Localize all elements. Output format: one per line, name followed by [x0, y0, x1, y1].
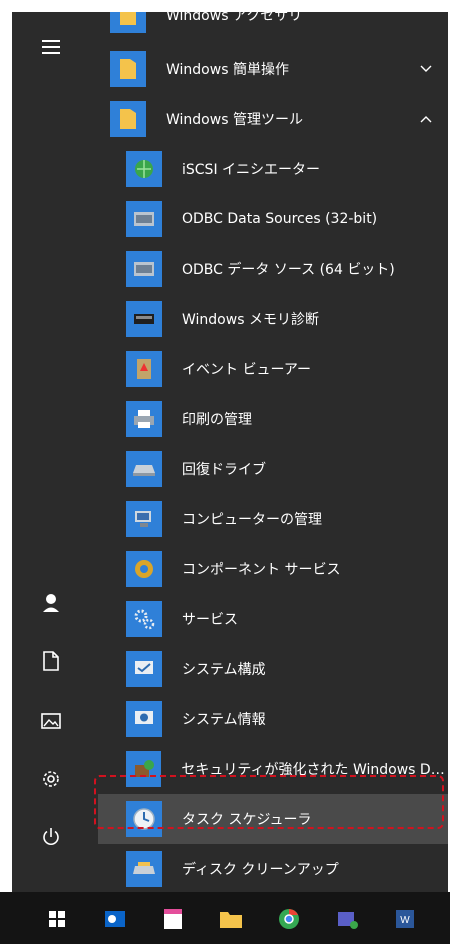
- chrome-icon[interactable]: [272, 902, 306, 936]
- app-label: システム構成: [182, 662, 266, 678]
- app-label: イベント ビューアー: [182, 362, 312, 378]
- folder-icon: [110, 51, 146, 87]
- chevron-up-icon: [416, 109, 436, 129]
- app-item-component-services[interactable]: コンポーネント サービス: [98, 544, 448, 594]
- start-menu-rail: [12, 12, 92, 892]
- memory-chip-icon: [126, 301, 162, 337]
- app-label: ODBC データ ソース (64 ビット): [182, 262, 395, 278]
- app-label: 回復ドライブ: [182, 462, 266, 478]
- app-item-iscsi-initiator[interactable]: iSCSI イニシエーター: [98, 144, 448, 194]
- app-label: コンピューターの管理: [182, 512, 322, 528]
- group-label: Windows アクセサリ: [166, 12, 303, 24]
- start-menu: Windows アクセサリ Windows 簡単操作 Windows 管理ツール: [12, 12, 448, 892]
- app-item-system-configuration[interactable]: システム構成: [98, 644, 448, 694]
- system-information-icon: [126, 701, 162, 737]
- app-item-recovery-drive[interactable]: 回復ドライブ: [98, 444, 448, 494]
- file-explorer-icon[interactable]: [214, 902, 248, 936]
- app-label: コンポーネント サービス: [182, 562, 341, 578]
- pictures-icon[interactable]: [34, 704, 68, 738]
- svg-text:W: W: [400, 915, 410, 926]
- selection-highlight: [94, 775, 444, 829]
- system-configuration-icon: [126, 651, 162, 687]
- app-item-services[interactable]: サービス: [98, 594, 448, 644]
- odbc-icon: [126, 251, 162, 287]
- app-item-system-information[interactable]: システム情報: [98, 694, 448, 744]
- folder-icon: [110, 101, 146, 137]
- app-label: Windows メモリ診断: [182, 312, 319, 328]
- component-services-icon: [126, 551, 162, 587]
- group-label: Windows 管理ツール: [166, 112, 303, 128]
- app-item-odbc-64[interactable]: ODBC データ ソース (64 ビット): [98, 244, 448, 294]
- teams-icon[interactable]: [330, 902, 364, 936]
- folder-icon: [110, 12, 146, 33]
- app-label: 印刷の管理: [182, 412, 252, 428]
- app-label: ディスク クリーンアップ: [182, 862, 339, 878]
- app-item-computer-management[interactable]: コンピューターの管理: [98, 494, 448, 544]
- drive-icon: [126, 451, 162, 487]
- app-label: iSCSI イニシエーター: [182, 162, 321, 178]
- windows-start-icon[interactable]: [40, 902, 74, 936]
- chevron-down-icon: [416, 59, 436, 79]
- services-gears-icon: [126, 601, 162, 637]
- word-icon[interactable]: W: [388, 902, 422, 936]
- app-label: システム情報: [182, 712, 266, 728]
- app-item-memory-diagnostic[interactable]: Windows メモリ診断: [98, 294, 448, 344]
- hamburger-menu-icon[interactable]: [34, 30, 68, 64]
- sticky-notes-icon[interactable]: [156, 902, 190, 936]
- app-label: サービス: [182, 612, 238, 628]
- app-item-odbc-32[interactable]: ODBC Data Sources (32-bit): [98, 194, 448, 244]
- documents-icon[interactable]: [34, 644, 68, 678]
- power-icon[interactable]: [34, 820, 68, 854]
- odbc-icon: [126, 201, 162, 237]
- group-windows-admin-tools[interactable]: Windows 管理ツール: [98, 94, 448, 144]
- app-list: Windows アクセサリ Windows 簡単操作 Windows 管理ツール: [98, 12, 448, 892]
- printer-icon: [126, 401, 162, 437]
- app-item-print-management[interactable]: 印刷の管理: [98, 394, 448, 444]
- settings-gear-icon[interactable]: [34, 762, 68, 796]
- iscsi-globe-icon: [126, 151, 162, 187]
- disk-cleanup-icon: [126, 851, 162, 887]
- app-item-disk-cleanup[interactable]: ディスク クリーンアップ: [98, 844, 448, 892]
- taskbar: W: [0, 892, 450, 944]
- app-label: ODBC Data Sources (32-bit): [182, 211, 378, 227]
- event-viewer-icon: [126, 351, 162, 387]
- group-windows-ease-of-access[interactable]: Windows 簡単操作: [98, 44, 448, 94]
- group-windows-accessories[interactable]: Windows アクセサリ: [98, 12, 448, 40]
- user-account-icon[interactable]: [34, 586, 68, 620]
- app-item-event-viewer[interactable]: イベント ビューアー: [98, 344, 448, 394]
- computer-management-icon: [126, 501, 162, 537]
- outlook-icon[interactable]: [98, 902, 132, 936]
- group-label: Windows 簡単操作: [166, 62, 289, 78]
